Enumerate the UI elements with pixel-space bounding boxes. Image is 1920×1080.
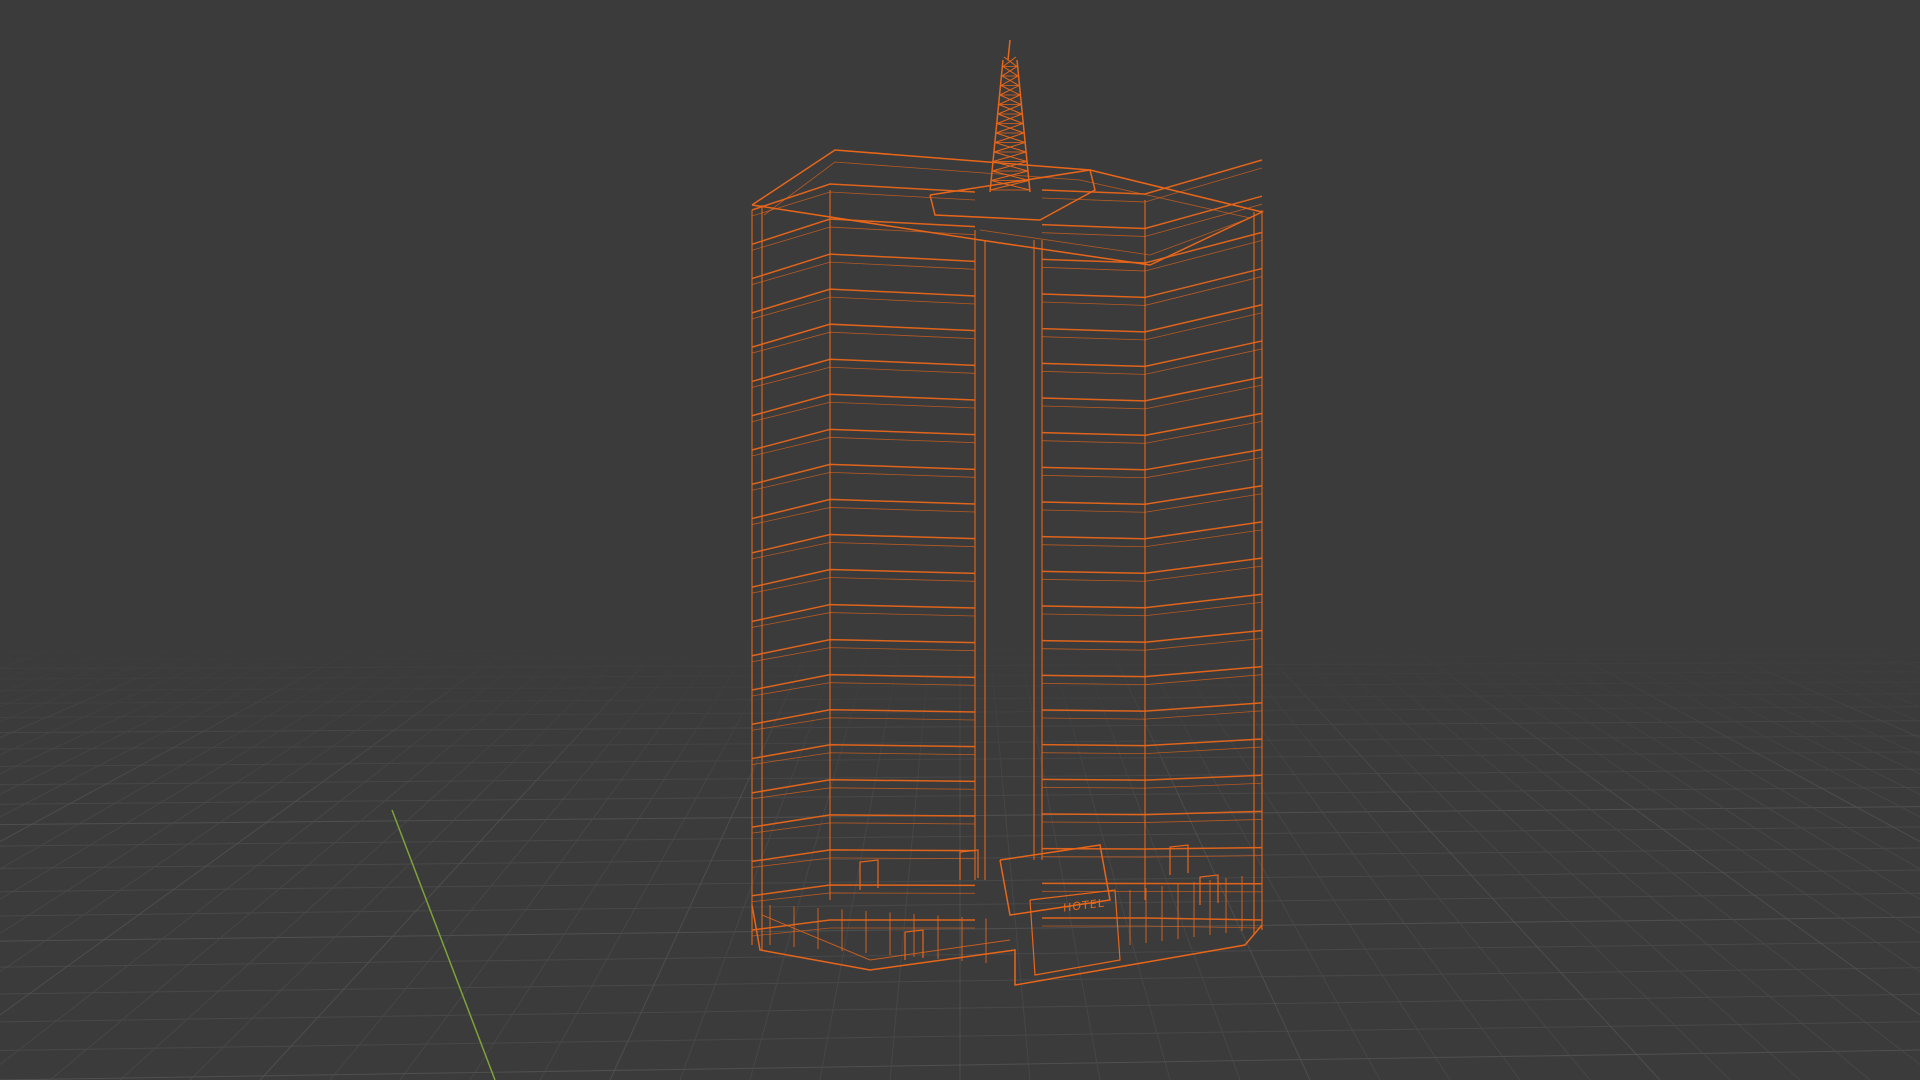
floor-slab-edge (1041, 565, 1263, 582)
floor-slab-edge (1041, 484, 1263, 506)
floor-slab-edge (751, 358, 976, 383)
floor-slab-edge (1041, 601, 1263, 617)
antenna-brace (1001, 66, 1018, 77)
floor-slab-edge (1041, 810, 1263, 816)
floor-slab-edge (1041, 420, 1263, 444)
floor-slab-edge (751, 331, 976, 354)
roof-block (929, 169, 1096, 221)
floor-slab-edge (751, 498, 976, 520)
3d-viewport[interactable]: HOTEL (0, 0, 1920, 1080)
viewport-scene[interactable] (0, 0, 1920, 1080)
floor-slab-edge (751, 296, 976, 320)
floor-slab-edge (751, 393, 976, 417)
floor-slab-edge (1041, 557, 1263, 574)
floor-slab-edge (751, 884, 976, 897)
antenna-mast (1007, 39, 1011, 61)
y-axis-line (391, 809, 496, 1080)
floor-slab-edge (1041, 348, 1263, 375)
grid-fade (0, 638, 1920, 798)
floor-slab-edge (751, 401, 976, 423)
floor-slab-edge (751, 822, 976, 834)
base-outline (761, 914, 1011, 961)
floor-slab-edge (751, 261, 976, 285)
floor-slab-edge (1041, 340, 1263, 368)
antenna-brace (1002, 66, 1019, 77)
antenna-brace (1002, 56, 1017, 67)
floor-slab-edge (1042, 917, 1263, 921)
floor-slab-edge (1041, 159, 1263, 195)
floor-slab-edge (1041, 231, 1263, 264)
floor-slab-edge (751, 892, 976, 903)
floor-slab-edge (1041, 376, 1263, 402)
floor-slab-edge (1041, 819, 1263, 823)
floor-slab-edge (1041, 267, 1263, 299)
door-frame (1169, 844, 1189, 875)
floor-slab-edge (751, 323, 976, 348)
floor-slab-edge (1041, 412, 1263, 437)
floor-slab-edge (1041, 239, 1263, 272)
door-frame (1199, 874, 1219, 905)
floor-slab-edge (1041, 448, 1263, 471)
floor-slab-edge (1041, 312, 1263, 341)
building-wireframe[interactable] (751, 39, 1265, 986)
floor-slab-edge (751, 366, 976, 388)
floor-slab-edge (751, 463, 976, 486)
floor-slab-edge (1041, 384, 1263, 410)
floor-slab-edge (751, 226, 976, 251)
floor-slab-edge (751, 436, 976, 457)
floor-slab-edge (1041, 304, 1263, 333)
floor-slab-edge (751, 428, 976, 451)
base-outline (751, 904, 1263, 986)
floor-slab-edge (1041, 521, 1263, 540)
antenna-brace (1003, 56, 1018, 67)
floor-slab-edge (1041, 276, 1263, 306)
floor-slab-edge (751, 191, 976, 217)
floor-slab-edge (1041, 203, 1263, 237)
